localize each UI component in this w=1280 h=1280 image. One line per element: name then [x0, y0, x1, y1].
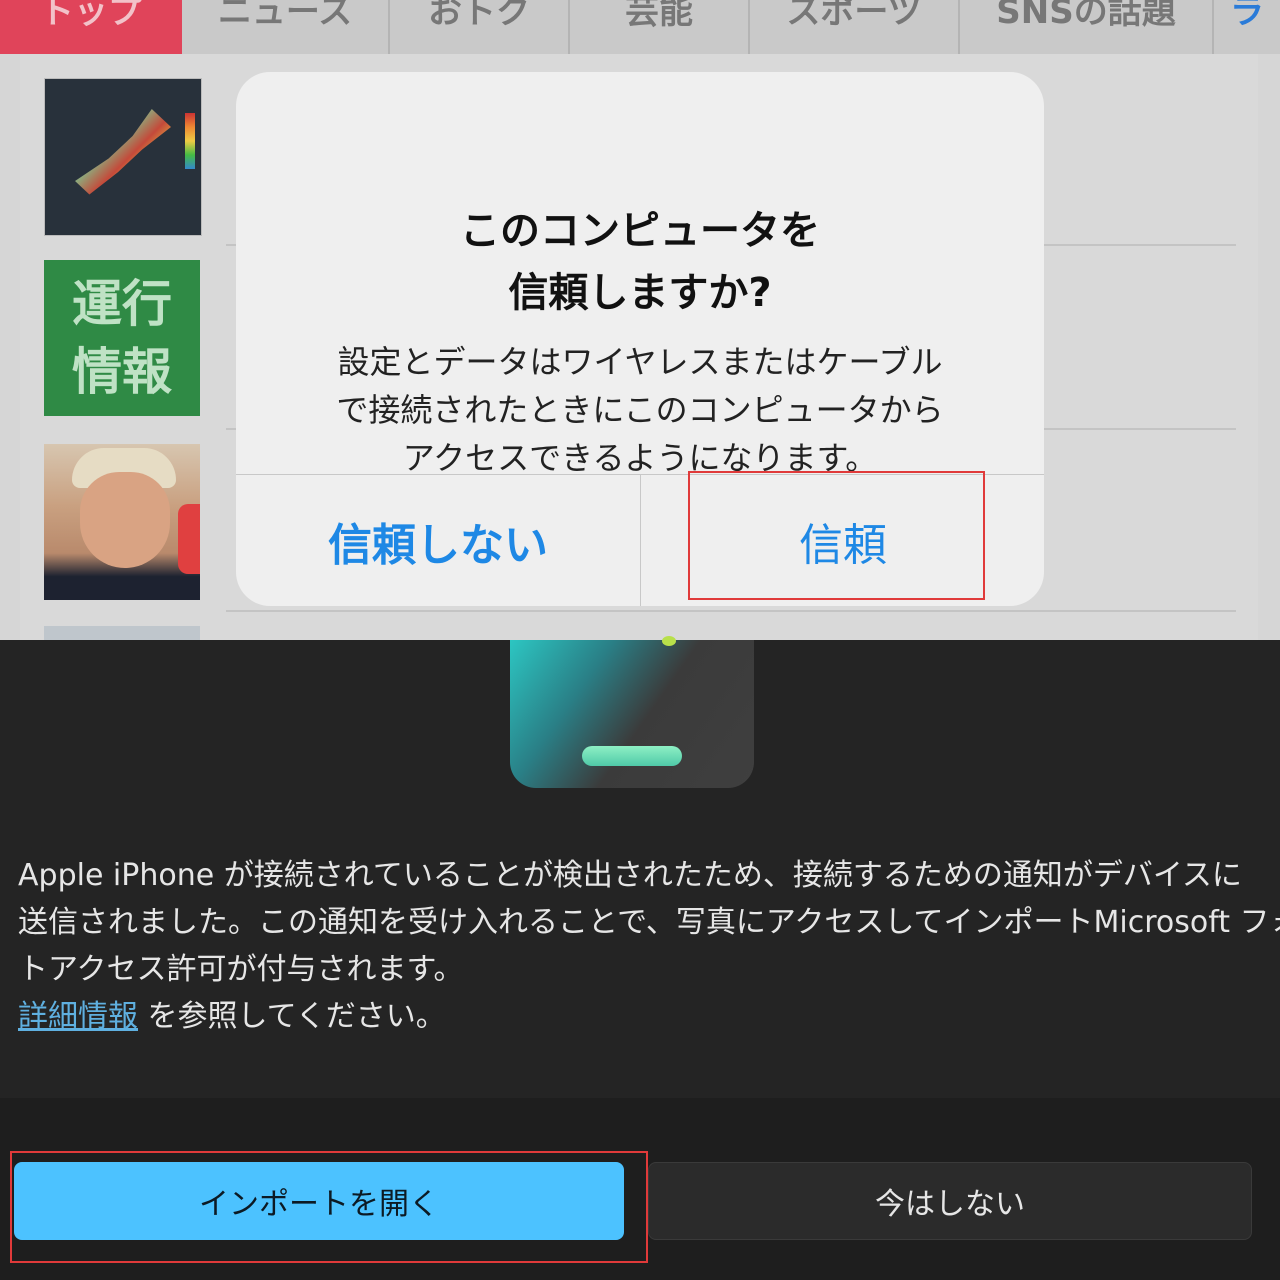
category-tab-bar: トップ ニュース おトク 芸能 スポーツ SNSの話題 ラ — [0, 0, 1280, 54]
alert-title: このコンピュータを 信頼しますか? — [236, 200, 1044, 324]
open-import-button[interactable]: インポートを開く — [14, 1162, 624, 1240]
next-item-thumbnail[interactable] — [44, 626, 200, 640]
description-line3: トアクセス許可が付与されます。 — [18, 952, 464, 987]
phone-screen: トップ ニュース おトク 芸能 スポーツ SNSの話題 ラ 運行 情報 このコン… — [0, 0, 1280, 640]
phone-home-bar — [582, 746, 682, 766]
phone-camera-dot — [662, 636, 676, 646]
alert-message: 設定とデータはワイヤレスまたはケーブル で接続されたときにこのコンピュータから … — [276, 338, 1004, 482]
tab-more[interactable]: ラ — [1214, 0, 1280, 54]
alert-title-line1: このコンピュータを — [460, 208, 820, 254]
more-info-suffix: を参照してください。 — [138, 999, 446, 1034]
tab-entertainment[interactable]: 芸能 — [570, 0, 750, 54]
dont-trust-button[interactable]: 信頼しない — [236, 475, 640, 606]
tab-deals[interactable]: おトク — [390, 0, 570, 54]
train-info-line2: 情報 — [72, 343, 172, 401]
person-photo-thumbnail[interactable] — [44, 444, 200, 600]
dialog-description: Apple iPhone が接続されていることが検出されたため、接続するための通… — [18, 852, 1280, 1040]
phone-illustration — [510, 636, 754, 788]
not-now-button[interactable]: 今はしない — [648, 1162, 1252, 1240]
description-line4: 詳細情報 を参照してください。 — [18, 993, 1268, 1040]
description-line1: Apple iPhone が接続されていることが検出されたため、接続するための通… — [18, 858, 1242, 893]
train-info-thumbnail[interactable]: 運行 情報 — [44, 260, 200, 416]
weather-map-thumbnail[interactable] — [44, 78, 202, 236]
tab-sports[interactable]: スポーツ — [750, 0, 960, 54]
feed-divider — [226, 610, 1236, 612]
trust-computer-alert: このコンピュータを 信頼しますか? 設定とデータはワイヤレスまたはケーブル で接… — [236, 72, 1044, 606]
alert-message-line2: で接続されたときにこのコンピュータから — [336, 391, 944, 429]
alert-message-line1: 設定とデータはワイヤレスまたはケーブル — [337, 343, 943, 381]
japan-map-graphic — [75, 109, 171, 195]
description-line2: 送信されました。この通知を受け入れることで、写真にアクセスしてインポートMicr… — [18, 905, 1280, 940]
tab-sns-topics[interactable]: SNSの話題 — [960, 0, 1214, 54]
trust-button[interactable]: 信頼 — [641, 475, 1044, 606]
tab-top[interactable]: トップ — [0, 0, 182, 54]
photo-flag — [178, 504, 200, 574]
more-info-link[interactable]: 詳細情報 — [18, 999, 138, 1034]
train-info-line1: 運行 — [72, 275, 172, 333]
map-legend — [185, 113, 195, 169]
photo-face — [80, 472, 170, 568]
tab-news[interactable]: ニュース — [182, 0, 390, 54]
alert-title-line2: 信頼しますか? — [508, 270, 772, 316]
